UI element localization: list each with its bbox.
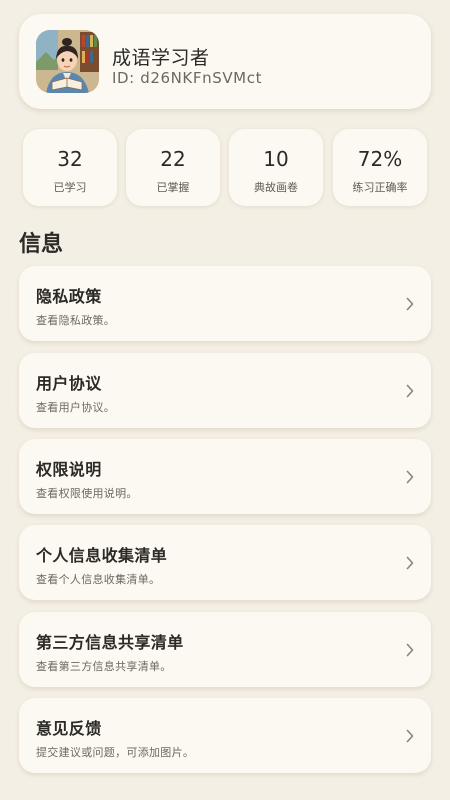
stat-accuracy[interactable]: 72% 练习正确率 xyxy=(333,129,427,206)
menu-title: 权限说明 xyxy=(36,460,102,479)
menu-title: 第三方信息共享清单 xyxy=(36,633,184,652)
chevron-right-icon xyxy=(406,643,414,657)
stat-value: 72% xyxy=(357,147,403,171)
menu-subtitle: 查看用户协议。 xyxy=(36,401,116,414)
chevron-right-icon xyxy=(406,297,414,311)
stat-label: 练习正确率 xyxy=(352,181,408,194)
menu-item-personal-info-list[interactable]: 个人信息收集清单 查看个人信息收集清单。 xyxy=(19,525,431,600)
menu-item-privacy-policy[interactable]: 隐私政策 查看隐私政策。 xyxy=(19,266,431,341)
profile-name: 成语学习者 xyxy=(112,47,210,69)
stat-value: 32 xyxy=(57,147,83,171)
menu-item-permissions[interactable]: 权限说明 查看权限使用说明。 xyxy=(19,439,431,514)
stat-value: 10 xyxy=(263,147,289,171)
stat-value: 22 xyxy=(160,147,186,171)
chevron-right-icon xyxy=(406,556,414,570)
menu-subtitle: 查看权限使用说明。 xyxy=(36,487,138,500)
stat-scrolls[interactable]: 10 典故画卷 xyxy=(229,129,323,206)
menu-subtitle: 查看个人信息收集清单。 xyxy=(36,573,161,586)
chevron-right-icon xyxy=(406,470,414,484)
stats-row: 32 已学习 22 已掌握 10 典故画卷 72% 练习正确率 xyxy=(23,129,427,206)
menu-title: 隐私政策 xyxy=(36,287,102,306)
profile-card[interactable]: 成语学习者 ID: d26NKFnSVMct xyxy=(19,14,431,109)
stat-label: 典故画卷 xyxy=(254,181,298,194)
menu-subtitle: 提交建议或问题，可添加图片。 xyxy=(36,746,195,759)
menu-item-feedback[interactable]: 意见反馈 提交建议或问题，可添加图片。 xyxy=(19,698,431,773)
menu-title: 用户协议 xyxy=(36,374,102,393)
menu-subtitle: 查看第三方信息共享清单。 xyxy=(36,660,172,673)
menu-title: 意见反馈 xyxy=(36,719,102,738)
avatar[interactable] xyxy=(36,30,99,93)
menu-item-third-party-sharing[interactable]: 第三方信息共享清单 查看第三方信息共享清单。 xyxy=(19,612,431,687)
section-title: 信息 xyxy=(19,232,64,257)
menu-item-user-agreement[interactable]: 用户协议 查看用户协议。 xyxy=(19,353,431,428)
profile-id: ID: d26NKFnSVMct xyxy=(112,69,263,87)
stat-label: 已掌握 xyxy=(156,181,190,194)
menu-subtitle: 查看隐私政策。 xyxy=(36,314,116,327)
menu-title: 个人信息收集清单 xyxy=(36,546,168,565)
stat-mastered[interactable]: 22 已掌握 xyxy=(126,129,220,206)
chevron-right-icon xyxy=(406,729,414,743)
stat-label: 已学习 xyxy=(53,181,87,194)
scholar-reading-avatar-icon xyxy=(36,30,99,93)
stat-learned[interactable]: 32 已学习 xyxy=(23,129,117,206)
chevron-right-icon xyxy=(406,384,414,398)
